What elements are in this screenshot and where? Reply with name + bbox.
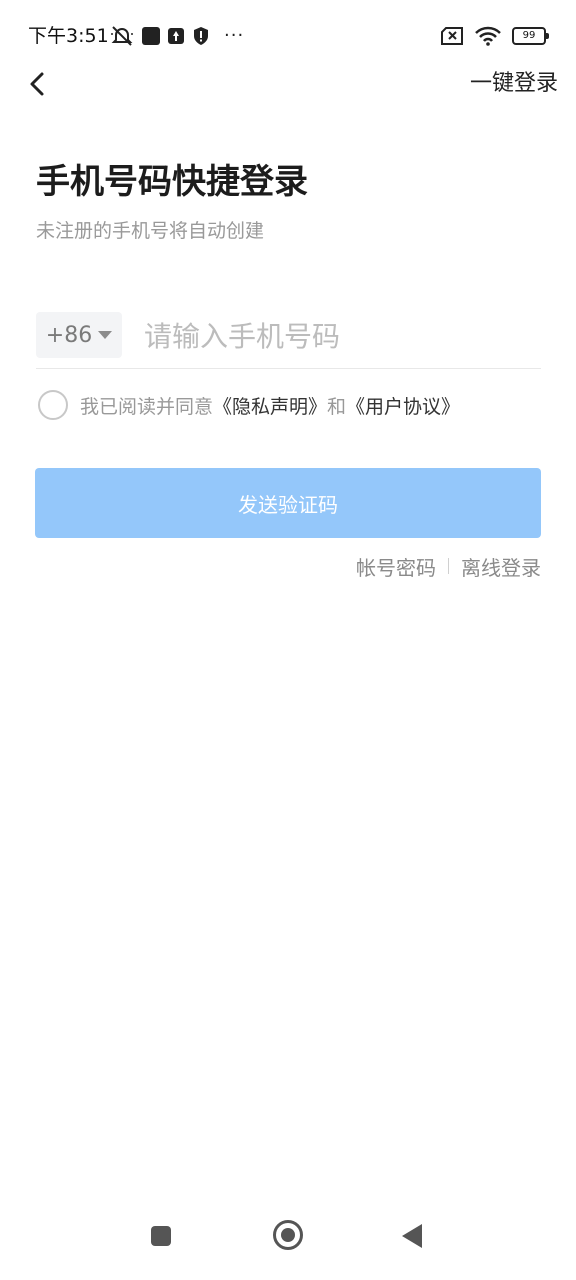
account-password-link[interactable]: 帐号密码: [356, 552, 436, 581]
country-code-selector[interactable]: +86: [36, 312, 122, 358]
nav-back-button[interactable]: [402, 1224, 422, 1248]
phone-input[interactable]: [144, 312, 534, 360]
status-icons-right: 99: [440, 24, 549, 48]
bell-muted-icon: [111, 26, 133, 46]
link-divider: [448, 558, 449, 574]
battery-icon: 99: [512, 27, 549, 45]
agreement-and: 和: [327, 395, 347, 418]
home-button[interactable]: [273, 1220, 303, 1250]
privacy-statement-link[interactable]: 《隐私声明》: [213, 392, 327, 419]
alt-login-links: 帐号密码 离线登录: [356, 552, 541, 580]
status-icons-left: ···: [110, 24, 244, 48]
caret-down-icon: [98, 331, 113, 339]
quick-login-link[interactable]: 一键登录: [470, 70, 558, 98]
shield-alert-icon: [194, 27, 208, 45]
agreement-prefix: 我已阅读并同意: [80, 395, 214, 418]
no-sim-icon: [441, 27, 463, 45]
agreement-checkbox[interactable]: [38, 390, 68, 420]
offline-login-link[interactable]: 离线登录: [461, 552, 541, 581]
upload-icon: [168, 28, 184, 44]
status-bar: 下午3:51 ··· 99: [0, 0, 576, 72]
back-button[interactable]: [20, 66, 56, 102]
status-time: 下午3:51: [28, 25, 109, 47]
more-notifications-icon: ···: [224, 25, 245, 46]
user-agreement-link[interactable]: 《用户协议》: [346, 392, 460, 419]
chevron-left-icon: [30, 72, 44, 96]
send-code-button[interactable]: 发送验证码: [35, 468, 541, 538]
country-code-value: +86: [45, 322, 93, 348]
agreement-row: 我已阅读并同意 《隐私声明》 和 《用户协议》: [38, 389, 460, 421]
system-nav-bar: [0, 1200, 576, 1280]
wifi-icon: [475, 26, 501, 46]
recents-button[interactable]: [151, 1226, 171, 1246]
app-notification-icon: [142, 27, 160, 45]
page-subtitle: 未注册的手机号将自动创建: [36, 220, 265, 242]
phone-input-row: +86: [36, 312, 541, 369]
page-title: 手机号码快捷登录: [36, 162, 308, 202]
